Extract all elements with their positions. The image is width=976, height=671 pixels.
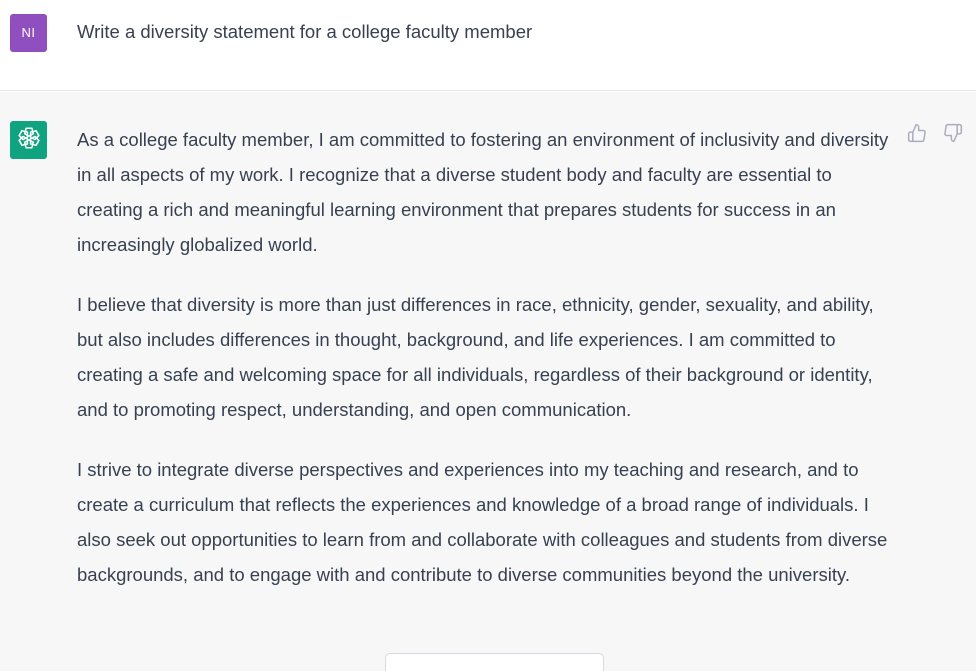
thumbs-down-button[interactable] — [942, 123, 964, 148]
assistant-message-body: As a college faculty member, I am commit… — [77, 122, 897, 617]
thumbs-up-button[interactable] — [906, 123, 928, 148]
user-avatar: NI — [10, 14, 47, 52]
assistant-paragraph: As a college faculty member, I am commit… — [77, 129, 889, 255]
feedback-buttons — [906, 123, 964, 148]
assistant-avatar — [10, 121, 47, 159]
user-message-text: Write a diversity statement for a colleg… — [77, 21, 533, 42]
thumbs-up-icon — [907, 123, 927, 148]
assistant-paragraph: I strive to integrate diverse perspectiv… — [77, 459, 888, 585]
assistant-message-row: As a college faculty member, I am commit… — [0, 92, 976, 671]
regenerate-button[interactable] — [385, 653, 604, 671]
chat-page: NI Write a diversity statement for a col… — [0, 0, 976, 671]
assistant-paragraph: I believe that diversity is more than ju… — [77, 294, 874, 420]
user-message-row: NI Write a diversity statement for a col… — [0, 0, 976, 91]
thumbs-down-icon — [943, 123, 963, 148]
openai-logo-icon — [16, 125, 42, 156]
